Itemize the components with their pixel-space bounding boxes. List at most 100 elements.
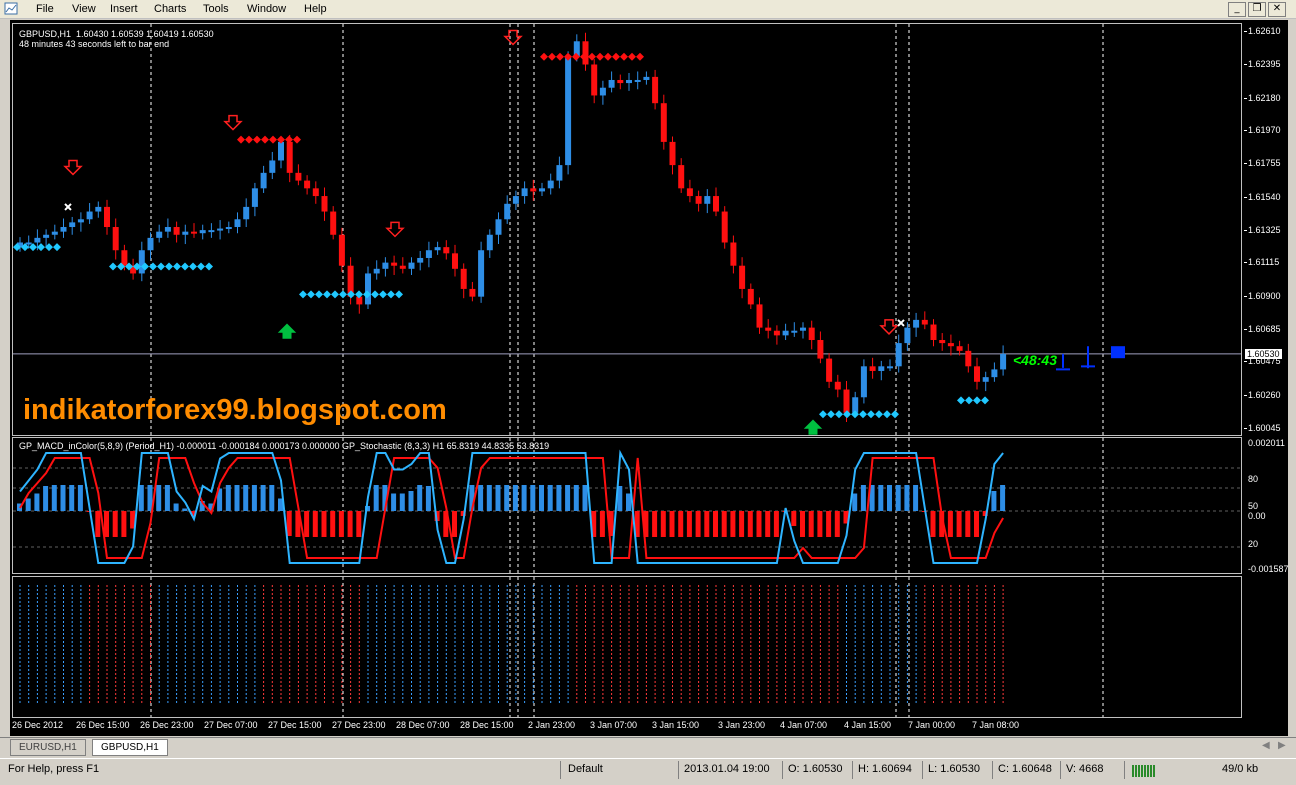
candle-bear — [295, 172, 302, 181]
close-button[interactable]: ✕ — [1268, 2, 1286, 17]
tab-gbpusd[interactable]: GBPUSD,H1 — [92, 739, 168, 756]
chart-tabs: EURUSD,H1 GBPUSD,H1 ◀ ▶ — [0, 737, 1296, 756]
macd-bar-negative — [947, 511, 953, 537]
macd-bar-negative — [739, 511, 745, 537]
tab-scroll-left-icon[interactable]: ◀ — [1262, 740, 1270, 751]
candle-bull — [234, 219, 241, 228]
candle-bear — [956, 346, 963, 351]
macd-bar-positive — [1000, 485, 1006, 511]
macd-bar-positive — [243, 485, 249, 511]
candle-bear — [104, 206, 110, 228]
candle-bull — [225, 227, 232, 230]
status-divider — [782, 761, 783, 779]
time-label: 28 Dec 07:00 — [396, 720, 450, 730]
macd-bar-negative — [678, 511, 684, 537]
macd-bar-negative — [121, 511, 127, 537]
status-volume: V: 4668 — [1066, 763, 1104, 775]
status-divider — [922, 761, 923, 779]
price-tick — [1244, 295, 1247, 297]
macd-bar-negative — [773, 511, 779, 537]
restore-button[interactable]: ❐ — [1248, 2, 1266, 17]
macd-bar-negative — [965, 511, 971, 537]
status-divider — [1124, 761, 1125, 779]
macd-bar-negative — [452, 511, 457, 537]
candle-bear — [399, 265, 406, 269]
candle-bear — [765, 327, 772, 331]
macd-bar-negative — [800, 511, 805, 537]
candle-bull — [182, 231, 189, 235]
candle-bear — [530, 188, 537, 192]
macd-bar-positive — [887, 485, 892, 511]
histogram-panel[interactable] — [12, 576, 1242, 718]
candle-bull — [382, 262, 389, 269]
diamond-bull — [165, 262, 173, 271]
diamond-bear — [604, 52, 612, 61]
status-divider — [992, 761, 993, 779]
price-label: 1.61970 — [1248, 125, 1281, 136]
menu-charts[interactable]: Charts — [154, 2, 186, 16]
price-label: 1.62395 — [1248, 59, 1281, 70]
time-label: 7 Jan 00:00 — [908, 720, 956, 730]
macd-panel[interactable]: GP_MACD_inColor(5,8,9) (Period_H1) -0.00… — [12, 437, 1242, 574]
macd-bar-positive — [69, 485, 75, 511]
diamond-bull — [827, 410, 835, 419]
diamond-bull — [53, 243, 61, 252]
tab-scroll-right-icon[interactable]: ▶ — [1278, 740, 1286, 751]
menu-file[interactable]: File — [36, 2, 54, 16]
price-label: 1.62610 — [1248, 26, 1281, 36]
time-label: 26 Dec 2012 — [12, 720, 64, 730]
candle-bull — [278, 141, 284, 161]
candle-bear — [947, 343, 954, 347]
candle-bull — [704, 196, 711, 204]
price-tick — [1244, 394, 1247, 396]
price-label: 1.60685 — [1248, 323, 1281, 334]
macd-bar-negative — [721, 511, 727, 537]
macd-bar-negative — [956, 511, 962, 537]
macd-bar-positive — [373, 485, 379, 511]
buy-arrow-icon — [405, 307, 421, 321]
macd-bar-positive — [504, 485, 510, 511]
candle-bear — [321, 196, 328, 212]
menu-view[interactable]: View — [72, 2, 96, 16]
projection-box — [1111, 346, 1125, 359]
diamond-bear — [253, 135, 261, 144]
candle-bear — [739, 265, 746, 289]
menu-window[interactable]: Window — [247, 2, 286, 16]
candle-bear — [121, 250, 128, 266]
macd-bar-positive — [182, 508, 188, 511]
macd-bar-positive — [164, 485, 170, 511]
candle-bear — [939, 340, 946, 344]
macd-bar-negative — [669, 511, 675, 537]
menu-insert[interactable]: Insert — [110, 2, 138, 16]
diamond-bear — [636, 52, 644, 61]
macd-bar-negative — [330, 511, 336, 537]
cross-mark-icon — [64, 203, 72, 211]
diamond-bear — [628, 52, 636, 61]
macd-bar-negative — [747, 511, 753, 537]
menu-tools[interactable]: Tools — [203, 2, 229, 16]
diamond-bull — [875, 410, 883, 419]
candle-bear — [338, 234, 345, 266]
macd-bar-positive — [904, 485, 910, 511]
macd-bar-positive — [565, 485, 571, 511]
macd-bar-negative — [338, 511, 344, 537]
status-open: O: 1.60530 — [788, 763, 843, 775]
macd-bar-positive — [391, 493, 397, 511]
macd-bar-negative — [808, 511, 814, 537]
minimize-button[interactable]: _ — [1228, 2, 1246, 17]
tab-eurusd[interactable]: EURUSD,H1 — [10, 739, 86, 756]
macd-bar-positive — [77, 485, 83, 511]
macd-info: GP_MACD_inColor(5,8,9) (Period_H1) -0.00… — [19, 441, 550, 451]
diamond-bull — [371, 290, 379, 299]
macd-bar-negative — [312, 511, 318, 537]
price-scale: 1.62610 1.62395 1.62180 1.61970 1.61755 1.615… — [1244, 20, 1289, 720]
candle-bull — [556, 165, 563, 181]
chart-window[interactable]: GBPUSD,H1 1.60430 1.60539 1.60419 1.6053… — [10, 20, 1289, 736]
diamond-bear — [540, 52, 548, 61]
candle-bull — [434, 247, 441, 251]
price-panel[interactable]: GBPUSD,H1 1.60430 1.60539 1.60419 1.6053… — [12, 23, 1242, 436]
menu-help[interactable]: Help — [304, 2, 327, 16]
macd-bar-negative — [974, 511, 979, 537]
macd-bar-negative — [686, 511, 692, 537]
candle-bear — [191, 231, 197, 234]
